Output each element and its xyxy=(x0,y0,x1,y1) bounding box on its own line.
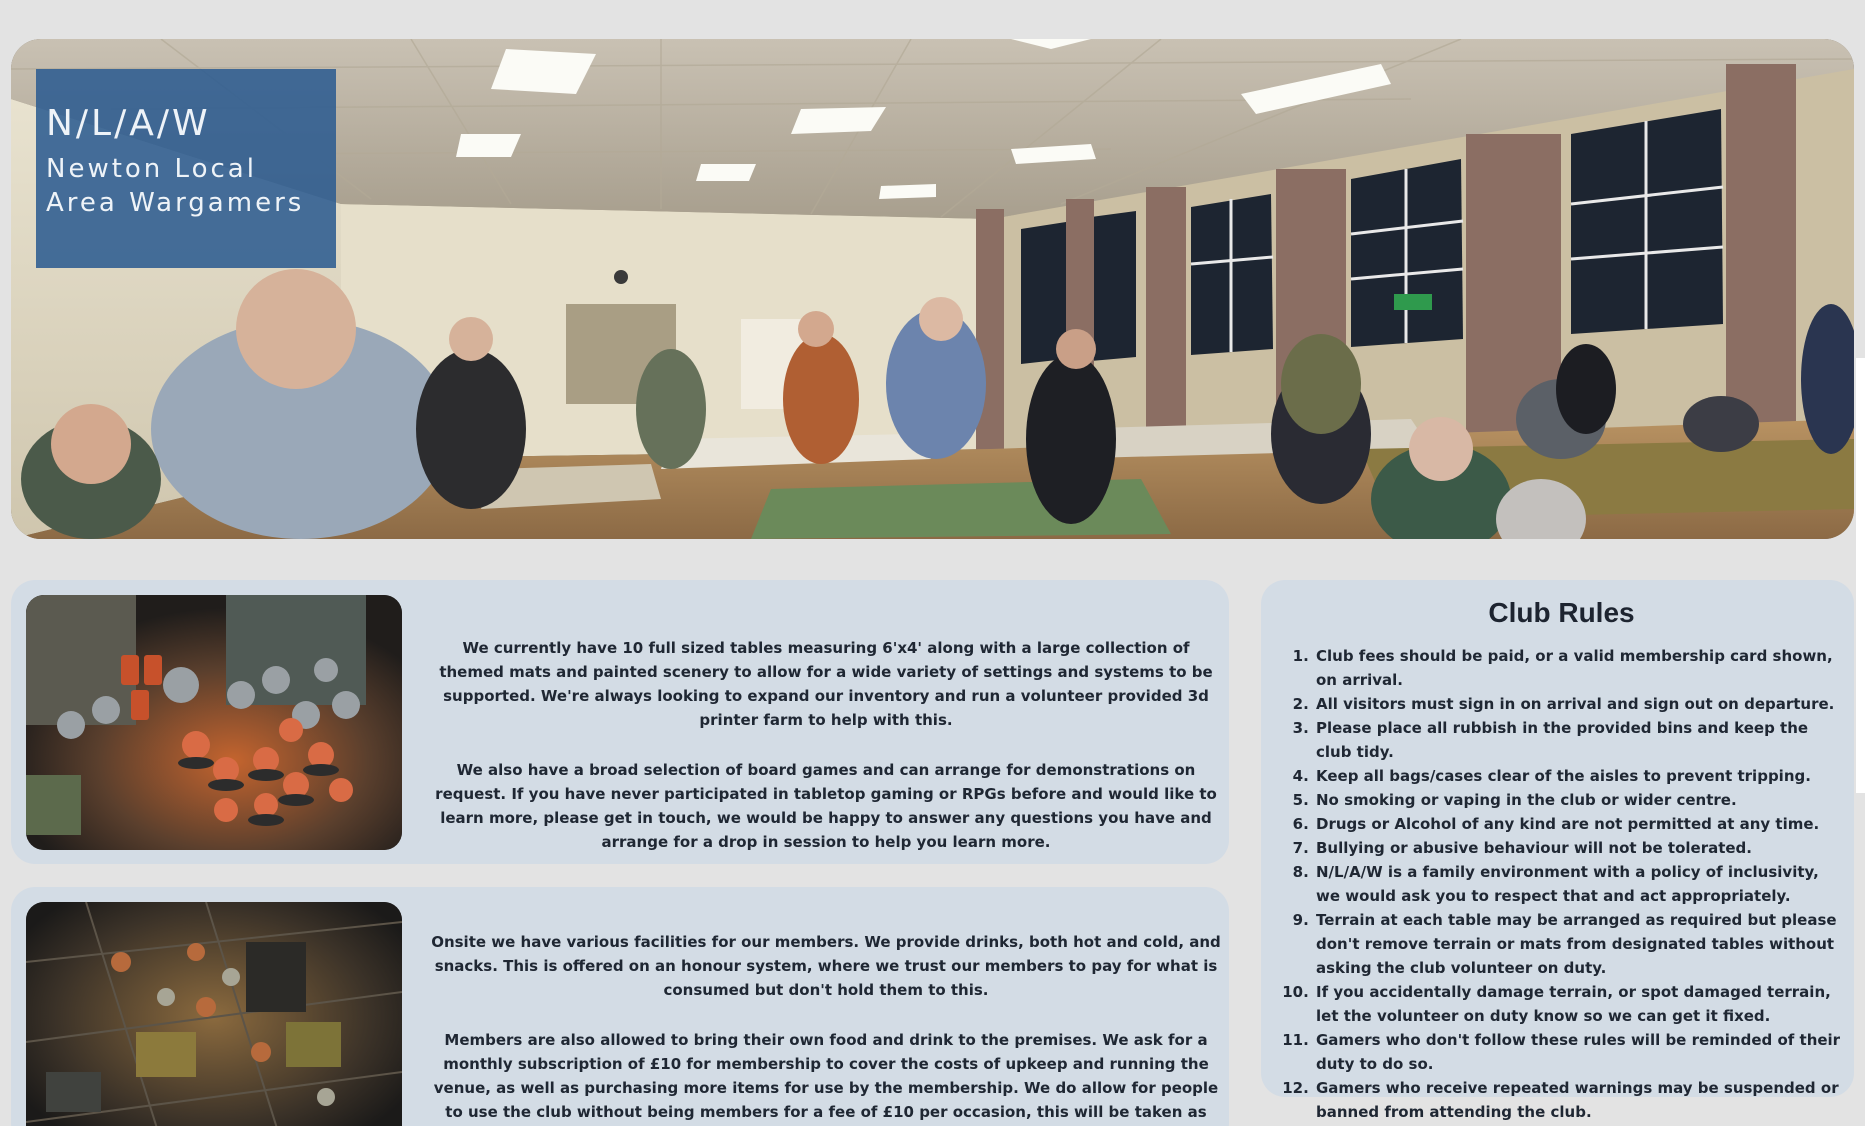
rule-item: All visitors must sign in on arrival and… xyxy=(1314,692,1842,716)
rule-item: Please place all rubbish in the provided… xyxy=(1314,716,1842,764)
club-rules-card: Club Rules Club fees should be paid, or … xyxy=(1261,580,1854,1121)
painted-miniatures-photo xyxy=(26,595,402,850)
tables-paragraph: We currently have 10 full sized tables m… xyxy=(439,639,1213,729)
tables-info-card: We currently have 10 full sized tables m… xyxy=(11,580,1229,864)
rule-item: N/L/A/W is a family environment with a p… xyxy=(1314,860,1842,908)
painted-miniatures-photo-icon xyxy=(26,595,402,850)
miniatures-game-board-photo-icon xyxy=(26,902,402,1126)
site-abbreviation: N/L/A/W xyxy=(46,103,211,144)
rule-item: Keep all bags/cases clear of the aisles … xyxy=(1314,764,1842,788)
club-rules-list: Club fees should be paid, or a valid mem… xyxy=(1281,644,1842,1124)
miniatures-game-board-photo xyxy=(26,902,402,1126)
board-games-paragraph: We also have a broad selection of board … xyxy=(435,761,1217,851)
rule-item: No smoking or vaping in the club or wide… xyxy=(1314,788,1842,812)
facilities-paragraph: Onsite we have various facilities for ou… xyxy=(431,933,1221,999)
facilities-info-card: Onsite we have various facilities for ou… xyxy=(11,887,1229,1126)
rule-item: Drugs or Alcohol of any kind are not per… xyxy=(1314,812,1842,836)
rule-item: Gamers who receive repeated warnings may… xyxy=(1314,1076,1842,1124)
facilities-description: Onsite we have various facilities for ou… xyxy=(431,930,1221,1126)
hero-banner: N/L/A/W Newton Local Area Wargamers xyxy=(11,39,1854,539)
scrollbar[interactable] xyxy=(1856,358,1865,793)
rule-item: If you accidentally damage terrain, or s… xyxy=(1314,980,1842,1028)
membership-paragraph: Members are also allowed to bring their … xyxy=(433,1031,1219,1121)
rule-item: Gamers who don't follow these rules will… xyxy=(1314,1028,1842,1076)
rule-item: Terrain at each table may be arranged as… xyxy=(1314,908,1842,980)
rule-item: Bullying or abusive behaviour will not b… xyxy=(1314,836,1842,860)
site-name: Newton Local Area Wargamers xyxy=(46,154,305,218)
page: N/L/A/W Newton Local Area Wargamers We c… xyxy=(0,0,1865,1126)
club-rules-title: Club Rules xyxy=(1488,597,1635,628)
tables-description: We currently have 10 full sized tables m… xyxy=(431,636,1221,854)
hero-title-box: N/L/A/W Newton Local Area Wargamers xyxy=(36,69,336,268)
rule-item: Club fees should be paid, or a valid mem… xyxy=(1314,644,1842,692)
